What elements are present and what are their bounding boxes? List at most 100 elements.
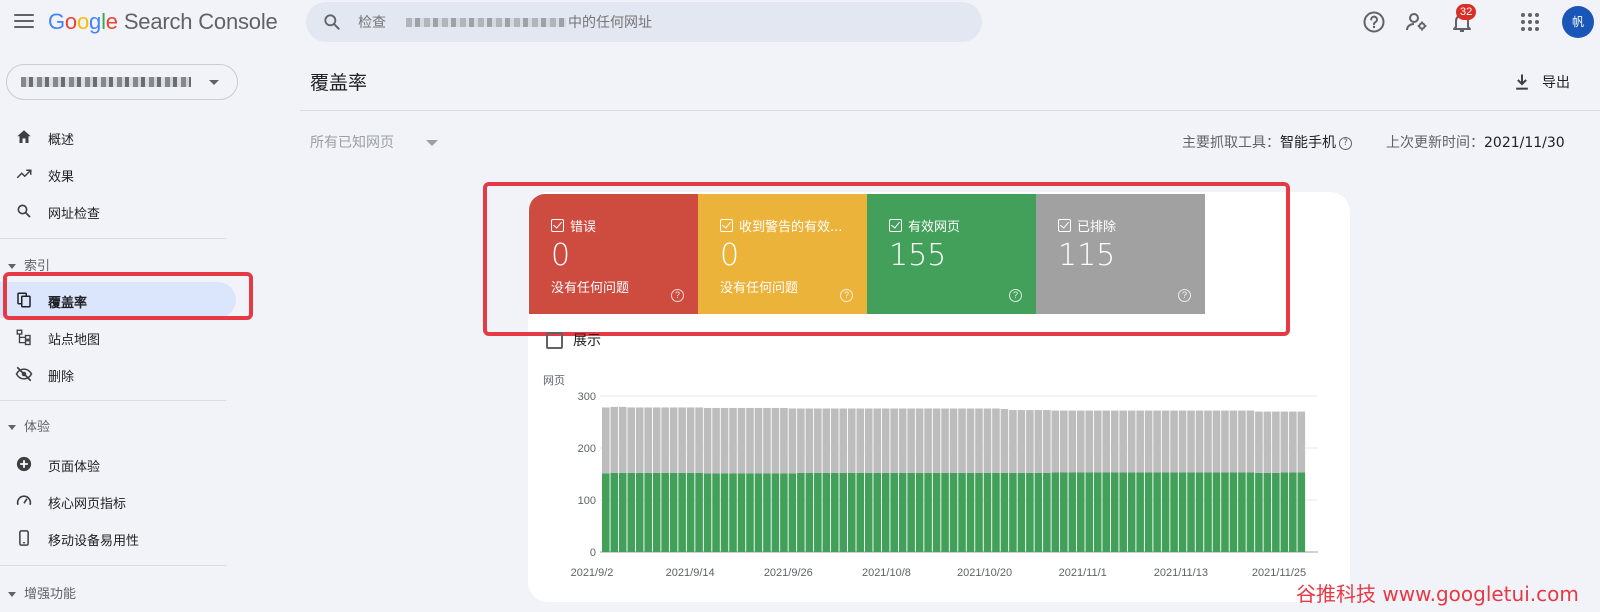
bar-valid: [907, 472, 915, 552]
sidebar-item-page-experience[interactable]: 页面体验: [0, 446, 250, 482]
checkbox-checked-icon[interactable]: [1058, 219, 1071, 232]
bar-excluded: [1127, 410, 1136, 473]
bar-valid: [1187, 472, 1195, 552]
bar-valid: [635, 472, 644, 552]
bar-valid: [771, 473, 780, 552]
bar-valid: [1034, 472, 1043, 552]
checkbox-checked-icon[interactable]: [720, 219, 733, 232]
help-icon[interactable]: ?: [1178, 289, 1191, 302]
bar-valid: [1178, 472, 1187, 552]
bar-valid: [932, 472, 941, 552]
main-menu-button[interactable]: [12, 10, 36, 32]
show-impressions-checkbox[interactable]: 展示: [546, 330, 601, 350]
collapse-triangle-icon: [8, 592, 16, 597]
bar-excluded: [839, 408, 848, 473]
checkbox-checked-icon[interactable]: [551, 219, 564, 232]
bar-valid: [1119, 472, 1127, 552]
bar-excluded: [958, 408, 966, 473]
sidebar-item-coverage[interactable]: 覆盖率: [0, 282, 236, 318]
bar-excluded: [1246, 410, 1255, 473]
home-icon: [17, 130, 31, 143]
bar-excluded: [805, 408, 814, 473]
export-label: 导出: [1542, 75, 1570, 91]
tile-count: 115: [1058, 238, 1116, 273]
redacted-property-name: [21, 77, 191, 87]
section-experience-toggle[interactable]: 体验: [8, 416, 50, 435]
bar-valid: [1280, 472, 1289, 552]
bar-valid: [1238, 472, 1246, 552]
help-icon[interactable]: ?: [671, 289, 684, 302]
header-divider: [300, 110, 1600, 111]
bar-excluded: [627, 407, 636, 473]
section-index-toggle[interactable]: 索引: [8, 255, 50, 274]
bar-valid: [1255, 472, 1263, 552]
x-tick-label: 2021/11/13: [1154, 567, 1208, 579]
export-button[interactable]: 导出: [1512, 70, 1570, 94]
bar-valid: [873, 472, 881, 552]
sidebar-item-label: 概述: [48, 133, 75, 148]
sidebar-item-core-web-vitals[interactable]: 核心网页指标: [0, 483, 250, 519]
bar-valid: [958, 472, 966, 552]
sidebar-item-url-inspection[interactable]: 网址检查: [0, 193, 250, 229]
avatar[interactable]: 帆: [1562, 6, 1594, 38]
bar-excluded: [890, 408, 898, 473]
help-icon[interactable]: [1362, 10, 1386, 34]
url-inspection-search[interactable]: [306, 2, 982, 42]
section-enhancements-toggle[interactable]: 增强功能: [8, 583, 76, 602]
bar-valid: [780, 473, 788, 552]
sidebar-item-performance[interactable]: 效果: [0, 156, 250, 192]
visibility-off-icon: [15, 366, 33, 382]
search-console-logo[interactable]: Google Search Console: [48, 9, 278, 35]
bar-excluded: [1009, 410, 1017, 473]
sidebar-item-mobile-usability[interactable]: 移动设备易用性: [0, 520, 250, 556]
sidebar-item-removals[interactable]: 删除: [0, 356, 250, 392]
sidebar-item-sitemaps[interactable]: 站点地图: [0, 319, 250, 355]
bar-valid: [822, 472, 831, 552]
bar-excluded: [1068, 410, 1077, 473]
sidebar-item-label: 页面体验: [48, 460, 101, 475]
sidebar-item-label: 网址检查: [48, 207, 101, 222]
bar-valid: [924, 472, 932, 552]
bar-valid: [1009, 472, 1017, 552]
x-tick-label: 2021/9/26: [764, 567, 813, 579]
status-tile-excluded[interactable]: 已排除 115 ?: [1036, 194, 1205, 314]
bar-excluded: [1136, 410, 1144, 473]
copy-icon: [17, 292, 31, 308]
bar-valid: [627, 472, 636, 552]
bar-excluded: [1204, 410, 1212, 473]
bar-excluded: [1034, 410, 1043, 473]
help-icon[interactable]: ?: [1009, 289, 1022, 302]
bar-valid: [975, 472, 983, 552]
bar-excluded: [1229, 410, 1238, 473]
status-tile-valid-with-warnings[interactable]: 收到警告的有效... 0 没有任何问题 ?: [698, 194, 867, 314]
checkbox-checked-icon[interactable]: [889, 219, 902, 232]
bar-excluded: [1187, 410, 1195, 473]
bar-excluded: [797, 408, 805, 473]
status-tile-valid[interactable]: 有效网页 155 ?: [867, 194, 1036, 314]
bar-excluded: [1263, 411, 1272, 473]
trending-up-icon: [16, 169, 32, 179]
bar-excluded: [652, 407, 661, 473]
chevron-down-icon: [209, 80, 219, 85]
bar-valid: [737, 473, 746, 552]
bar-excluded: [686, 407, 695, 473]
bar-excluded: [1255, 411, 1263, 473]
y-tick-label: 0: [590, 547, 596, 559]
bar-valid: [1246, 472, 1255, 552]
page-filter-dropdown[interactable]: 所有已知网页: [310, 132, 438, 152]
bar-excluded: [1280, 411, 1289, 473]
property-selector[interactable]: [6, 64, 238, 100]
bar-valid: [1076, 472, 1085, 552]
apps-grid-icon[interactable]: [1518, 10, 1542, 34]
help-icon[interactable]: ?: [840, 289, 853, 302]
bar-excluded: [703, 407, 712, 474]
bar-excluded: [814, 408, 822, 473]
status-tile-error[interactable]: 错误 0 没有任何问题 ?: [529, 194, 698, 314]
sidebar-item-overview[interactable]: 概述: [0, 119, 250, 155]
bar-excluded: [1195, 410, 1204, 473]
manage-users-icon[interactable]: [1405, 10, 1429, 34]
help-icon[interactable]: ?: [1339, 136, 1352, 150]
bar-valid: [966, 472, 975, 552]
bar-valid: [805, 472, 814, 552]
bar-excluded: [1102, 410, 1111, 473]
